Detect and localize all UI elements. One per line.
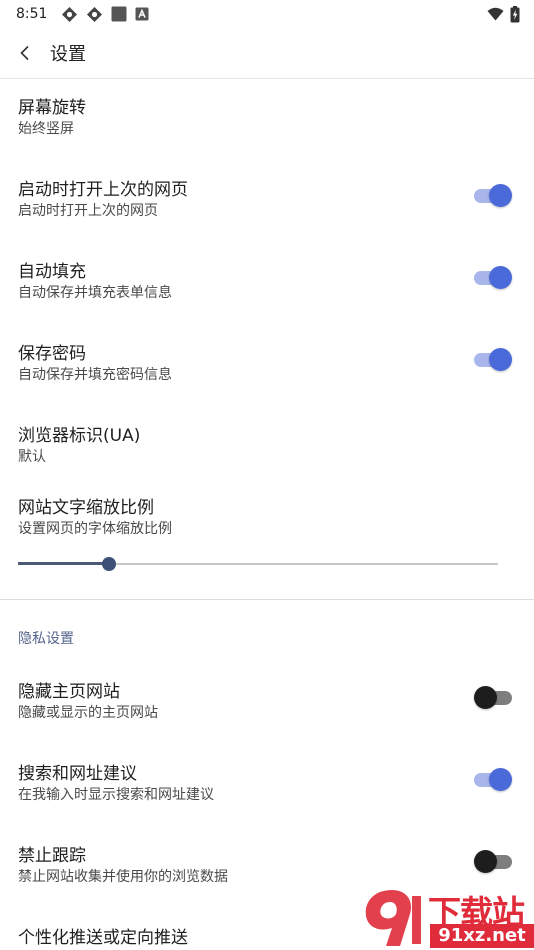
setting-title: 启动时打开上次的网页: [18, 180, 188, 200]
setting-title: 个性化推送或定向推送: [18, 928, 188, 948]
switch-thumb: [489, 266, 512, 289]
text-scale-slider[interactable]: [18, 552, 498, 576]
vpn-diamond-icon: [62, 6, 78, 22]
status-bar: 8:51: [0, 0, 534, 28]
setting-subtitle: 始终竖屏: [18, 121, 74, 137]
setting-title: 网站文字缩放比例: [18, 498, 154, 518]
slider-thumb[interactable]: [102, 557, 117, 571]
watermark-logo-icon: [365, 890, 421, 946]
back-button[interactable]: [2, 28, 48, 79]
slider-fill: [18, 562, 110, 565]
setting-search-suggestions[interactable]: 搜索和网址建议 在我输入时显示搜索和网址建议: [0, 746, 534, 826]
save-password-switch[interactable]: [474, 347, 512, 373]
autofill-switch[interactable]: [474, 265, 512, 291]
setting-user-agent[interactable]: 浏览器标识(UA) 默认: [0, 408, 534, 488]
status-time: 8:51: [16, 6, 48, 22]
chevron-left-icon: [20, 45, 29, 61]
battery-charging-icon: [510, 5, 520, 22]
setting-title: 搜索和网址建议: [18, 764, 137, 784]
watermark-url: 91xz.net: [430, 924, 534, 948]
setting-autofill[interactable]: 自动填充 自动保存并填充表单信息: [0, 244, 534, 324]
switch-thumb: [489, 184, 512, 207]
setting-subtitle: 自动保存并填充表单信息: [18, 285, 172, 301]
setting-text-scale: 网站文字缩放比例 设置网页的字体缩放比例: [0, 480, 534, 540]
setting-subtitle: 默认: [18, 449, 46, 465]
square-app-icon: [111, 6, 127, 22]
setting-subtitle: 禁止网站收集并使用你的浏览数据: [18, 869, 228, 885]
setting-subtitle: 自动保存并填充密码信息: [18, 367, 172, 383]
setting-title: 屏幕旋转: [18, 98, 86, 118]
setting-subtitle: 设置网页的字体缩放比例: [18, 521, 172, 537]
site-watermark: 下载站 91xz.net: [358, 884, 534, 950]
open-last-pages-switch[interactable]: [474, 183, 512, 209]
app-bar: 设置: [0, 28, 534, 79]
setting-subtitle: 启动时打开上次的网页: [18, 203, 158, 219]
settings-list: 屏幕旋转 始终竖屏 启动时打开上次的网页 启动时打开上次的网页 自动填充 自动保…: [0, 80, 534, 950]
section-divider: [0, 599, 534, 600]
wifi-icon: [487, 7, 504, 21]
setting-save-password[interactable]: 保存密码 自动保存并填充密码信息: [0, 326, 534, 406]
setting-title: 自动填充: [18, 262, 86, 282]
switch-thumb: [474, 850, 497, 873]
page-title: 设置: [50, 44, 86, 65]
do-not-track-switch[interactable]: [474, 849, 512, 875]
status-system-icons: [487, 5, 520, 23]
section-header-privacy: 隐私设置: [18, 631, 74, 647]
setting-title: 隐藏主页网站: [18, 682, 120, 702]
setting-hide-home-sites[interactable]: 隐藏主页网站 隐藏或显示的主页网站: [0, 664, 534, 744]
vpn-diamond-icon: [87, 6, 103, 22]
status-notification-icons: [61, 6, 149, 23]
a-letter-app-icon: [135, 7, 149, 21]
setting-title: 禁止跟踪: [18, 846, 86, 866]
hide-home-sites-switch[interactable]: [474, 685, 512, 711]
setting-subtitle: 在我输入时显示搜索和网址建议: [18, 787, 214, 803]
search-suggestions-switch[interactable]: [474, 767, 512, 793]
switch-thumb: [474, 686, 497, 709]
switch-thumb: [489, 768, 512, 791]
setting-open-last-pages[interactable]: 启动时打开上次的网页 启动时打开上次的网页: [0, 162, 534, 242]
setting-title: 浏览器标识(UA): [18, 426, 141, 446]
setting-subtitle: 隐藏或显示的主页网站: [18, 705, 158, 721]
setting-title: 保存密码: [18, 344, 86, 364]
setting-screen-rotation[interactable]: 屏幕旋转 始终竖屏: [0, 80, 534, 160]
switch-thumb: [489, 348, 512, 371]
